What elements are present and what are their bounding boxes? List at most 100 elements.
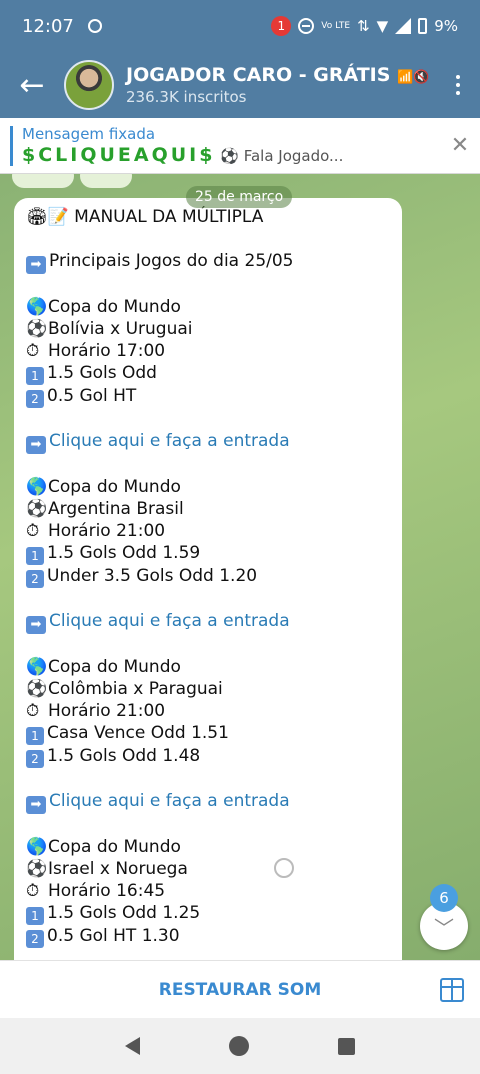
keycap-one-icon: 1 xyxy=(26,547,44,565)
game-tip-1: Casa Vence Odd 1.51 xyxy=(47,723,229,743)
pinned-preview: $CLIQUEAQUI$ ⚽ Fala Jogado... xyxy=(22,144,440,166)
pinned-content: Mensagem fixada $CLIQUEAQUI$ ⚽ Fala Joga… xyxy=(22,125,440,166)
keycap-two-icon: 2 xyxy=(26,570,44,588)
subscriber-count: 236.3K inscritos xyxy=(126,88,247,106)
channel-title-icons: 📶🔇 xyxy=(397,70,430,85)
stopwatch-icon: ⏱ xyxy=(26,881,40,901)
restore-sound-button[interactable]: RESTAURAR SOM xyxy=(159,980,322,1000)
entry-link-text[interactable]: Clique aqui e faça a entrada xyxy=(49,791,290,811)
gift-icon[interactable] xyxy=(440,978,464,1002)
nav-home-icon[interactable] xyxy=(228,1036,249,1056)
more-options-icon[interactable] xyxy=(436,75,480,95)
game-time: Horário 17:00 xyxy=(48,341,166,361)
arrow-right-icon: ➡ xyxy=(26,616,46,634)
battery-icon xyxy=(418,18,428,34)
game-tip-2: 1.5 Gols Odd 1.48 xyxy=(47,746,201,766)
soccer-ball-icon: ⚽ xyxy=(26,679,48,699)
channel-avatar[interactable] xyxy=(64,60,114,110)
game-tip-2: 0.5 Gol HT 1.30 xyxy=(47,926,180,946)
globe-icon: 🌎 xyxy=(26,477,48,497)
message-intro: ➡ Principais Jogos do dia 25/05 xyxy=(26,250,390,274)
channel-header: ← JOGADOR CARO - GRÁTIS 📶🔇 236.3K inscri… xyxy=(0,52,480,118)
keycap-two-icon: 2 xyxy=(26,390,44,408)
keycap-one-icon: 1 xyxy=(26,367,44,385)
close-pinned-icon[interactable]: ✕ xyxy=(440,133,480,158)
volte-icon: Vo LTE xyxy=(321,20,351,31)
channel-info[interactable]: JOGADOR CARO - GRÁTIS 📶🔇 236.3K inscrito… xyxy=(126,64,436,106)
arrow-right-icon: ➡ xyxy=(26,436,46,454)
pinned-preview-text: ⚽ Fala Jogado... xyxy=(220,147,344,165)
game-block: 🌎Copa do Mundo ⚽Argentina Brasil ⏱ Horári… xyxy=(26,476,390,588)
game-match: Argentina Brasil xyxy=(48,499,184,519)
system-nav-bar xyxy=(0,1018,480,1074)
date-separator: 25 de março xyxy=(186,186,293,208)
pinned-message[interactable]: Mensagem fixada $CLIQUEAQUI$ ⚽ Fala Joga… xyxy=(0,118,480,174)
reaction-chip[interactable] xyxy=(80,174,132,188)
do-not-disturb-icon xyxy=(298,18,315,34)
chevron-down-icon: ﹀ xyxy=(434,915,454,940)
bottom-bar: RESTAURAR SOM xyxy=(0,960,480,1018)
globe-icon: 🌎 xyxy=(26,657,48,677)
stopwatch-icon: ⏱ xyxy=(26,521,40,541)
chat-area[interactable]: 🏟📝 MANUAL DA MÚLTIPLA ➡ Principais Jogos … xyxy=(0,174,480,960)
globe-icon: 🌎 xyxy=(26,837,48,857)
pinned-indicator xyxy=(10,125,13,166)
game-time: Horário 16:45 xyxy=(48,881,166,901)
battery-percent: 9% xyxy=(434,17,458,35)
data-transfer-icon: ⇅ xyxy=(357,17,370,35)
status-time: 12:07 xyxy=(22,15,74,37)
game-block: 🌎Copa do Mundo ⚽Bolívia x Uruguai ⏱ Horár… xyxy=(26,296,390,408)
entry-link[interactable]: ➡ Clique aqui e faça a entrada xyxy=(26,610,390,634)
soccer-ball-icon: ⚽ xyxy=(26,319,48,339)
stopwatch-icon: ⏱ xyxy=(26,341,40,361)
unread-count-badge: 6 xyxy=(430,884,458,912)
arrow-right-icon: ➡ xyxy=(26,256,46,274)
signal-icon xyxy=(395,18,412,34)
game-tip-1: 1.5 Gols Odd xyxy=(47,363,157,383)
game-tip-1: 1.5 Gols Odd 1.25 xyxy=(47,903,201,923)
game-competition: Copa do Mundo xyxy=(48,297,181,317)
game-time: Horário 21:00 xyxy=(48,521,166,541)
game-tip-2: Under 3.5 Gols Odd 1.20 xyxy=(47,566,258,586)
reaction-chip[interactable] xyxy=(12,174,74,188)
keycap-one-icon: 1 xyxy=(26,727,44,745)
entry-link-text[interactable]: Clique aqui e faça a entrada xyxy=(49,611,290,631)
game-match: Israel x Noruega xyxy=(48,859,188,879)
game-competition: Copa do Mundo xyxy=(48,837,181,857)
keycap-two-icon: 2 xyxy=(26,930,44,948)
game-match: Bolívia x Uruguai xyxy=(48,319,193,339)
pinned-label: Mensagem fixada xyxy=(22,125,156,143)
message-title: 🏟📝 MANUAL DA MÚLTIPLA xyxy=(26,206,390,228)
game-competition: Copa do Mundo xyxy=(48,477,181,497)
channel-title: JOGADOR CARO - GRÁTIS 📶🔇 xyxy=(126,64,436,86)
nav-recents-icon[interactable] xyxy=(338,1037,356,1055)
back-arrow-icon[interactable]: ← xyxy=(0,52,64,118)
entry-link-text[interactable]: Clique aqui e faça a entrada xyxy=(49,431,290,451)
wifi-icon: ▼ xyxy=(376,17,389,35)
entry-link[interactable]: ➡ Clique aqui e faça a entrada xyxy=(26,790,390,814)
message-bubble[interactable]: 🏟📝 MANUAL DA MÚLTIPLA ➡ Principais Jogos … xyxy=(14,198,402,960)
globe-icon: 🌎 xyxy=(26,297,48,317)
game-match: Colômbia x Paraguai xyxy=(48,679,223,699)
game-block: 🌎Copa do Mundo ⚽Colômbia x Paraguai ⏱ Hor… xyxy=(26,656,390,768)
entry-link[interactable]: ➡ Clique aqui e faça a entrada xyxy=(26,430,390,454)
channel-title-text: JOGADOR CARO - GRÁTIS xyxy=(126,64,391,86)
soccer-ball-icon: ⚽ xyxy=(26,499,48,519)
loading-spinner-icon xyxy=(274,858,294,878)
stopwatch-icon: ⏱ xyxy=(26,701,40,721)
game-competition: Copa do Mundo xyxy=(48,657,181,677)
soccer-ball-icon: ⚽ xyxy=(26,859,48,879)
game-tip-1: 1.5 Gols Odd 1.59 xyxy=(47,543,201,563)
nav-back-icon[interactable] xyxy=(124,1037,140,1055)
pinned-highlight: $CLIQUEAQUI$ xyxy=(22,144,216,166)
arrow-right-icon: ➡ xyxy=(26,796,46,814)
app-notification-icon xyxy=(87,19,102,33)
game-tip-2: 0.5 Gol HT xyxy=(47,386,137,406)
status-bar: 12:07 1 Vo LTE ⇅ ▼ 9% xyxy=(0,0,480,52)
keycap-two-icon: 2 xyxy=(26,750,44,768)
keycap-one-icon: 1 xyxy=(26,907,44,925)
notification-count-badge: 1 xyxy=(271,16,292,36)
title-emoji: 🏟📝 xyxy=(26,207,69,227)
status-icons: 1 Vo LTE ⇅ ▼ 9% xyxy=(271,16,458,36)
title-text: MANUAL DA MÚLTIPLA xyxy=(74,207,264,227)
